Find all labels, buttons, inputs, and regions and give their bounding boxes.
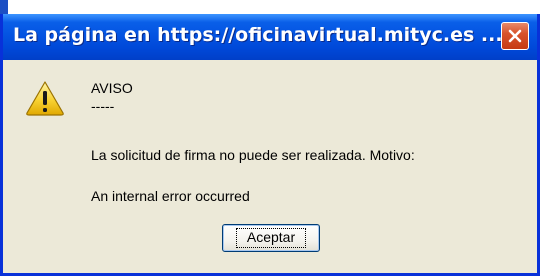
close-icon: [508, 29, 522, 43]
accept-button[interactable]: Aceptar: [222, 224, 320, 252]
alert-heading: AVISO: [91, 80, 133, 96]
alert-message-line-2: An internal error occurred: [91, 188, 250, 204]
alert-dialog: La página en https://oficinavirtual.mity…: [0, 14, 540, 276]
warning-icon: [26, 81, 64, 116]
accept-button-label: Aceptar: [235, 228, 307, 248]
alert-separator: -----: [91, 98, 115, 114]
dialog-body: AVISO ----- La solicitud de firma no pue…: [3, 60, 537, 273]
dialog-titlebar[interactable]: La página en https://oficinavirtual.mity…: [3, 14, 537, 60]
close-button[interactable]: [501, 22, 529, 50]
alert-message-line-1: La solicitud de firma no puede ser reali…: [91, 147, 415, 163]
dialog-title: La página en https://oficinavirtual.mity…: [13, 24, 503, 46]
